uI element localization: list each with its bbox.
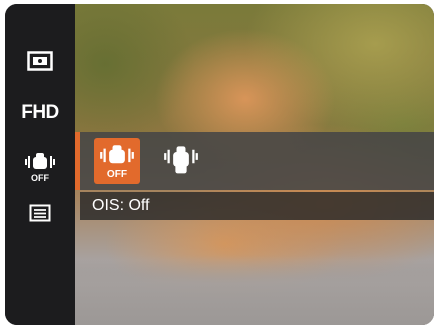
resolution-label: FHD [21,102,59,123]
menu-list-icon[interactable] [5,202,75,224]
ois-off-icon[interactable]: OFF [5,150,75,184]
ois-off-option[interactable]: OFF [94,138,140,184]
resolution-fhd-icon[interactable]: FHD [5,100,75,126]
ois-off-text: OFF [31,173,49,183]
ois-on-option[interactable] [158,138,204,184]
ois-off-option-text: OFF [107,169,127,179]
metering-icon[interactable] [5,48,75,74]
option-info-text: OIS: Off [92,197,150,214]
ois-submenu: OFF [80,132,434,190]
option-info-bar: OIS: Off [80,192,434,220]
ois-on-icon [164,146,198,174]
function-menu-sidebar: FHD OFF [5,4,75,325]
live-view-foreground [75,255,434,325]
camera-screen: FHD OFF OFF OIS: Off [5,4,434,325]
